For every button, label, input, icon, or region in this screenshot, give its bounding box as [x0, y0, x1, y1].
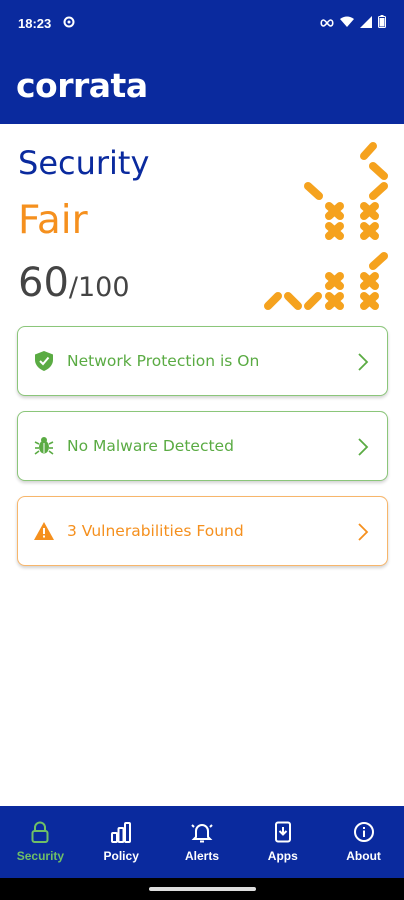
nav-alerts[interactable]: Alerts — [162, 806, 243, 878]
security-status: Fair — [18, 198, 88, 243]
info-icon — [353, 822, 374, 842]
nav-apps[interactable]: Apps — [242, 806, 323, 878]
gesture-bar — [0, 878, 404, 900]
network-protection-card[interactable]: Network Protection is On — [17, 326, 388, 396]
wifi-icon — [340, 16, 354, 31]
signal-icon — [360, 15, 372, 31]
nav-label: Apps — [267, 849, 298, 863]
app-download-icon — [274, 821, 291, 843]
shield-check-icon — [34, 351, 54, 371]
malware-card[interactable]: No Malware Detected — [17, 411, 388, 481]
lock-icon — [31, 821, 49, 843]
logo-text: corrata — [16, 65, 148, 105]
home-indicator[interactable] — [149, 887, 256, 891]
battery-icon — [378, 15, 386, 31]
bar-chart-icon — [111, 822, 132, 843]
security-summary: Security Fair 60/100 — [0, 124, 404, 324]
chevron-right-icon — [358, 353, 369, 371]
status-time: 18:23 — [18, 15, 52, 31]
nav-about[interactable]: About — [323, 806, 404, 878]
nav-security[interactable]: Security — [0, 806, 81, 878]
chevron-right-icon — [358, 523, 369, 541]
status-cards: Network Protection is On No Malware Dete… — [17, 326, 388, 581]
decorative-pattern-icon — [264, 142, 388, 310]
warning-icon — [34, 521, 54, 541]
score-value: 60 — [18, 260, 69, 306]
infinity-icon — [320, 16, 334, 31]
security-score: 60/100 — [18, 260, 130, 306]
bell-icon — [191, 824, 213, 843]
nav-policy[interactable]: Policy — [81, 806, 162, 878]
app-header: corrata — [0, 46, 404, 124]
corrata-logo: corrata — [16, 66, 148, 105]
nav-label: Security — [16, 849, 65, 863]
bottom-navigation: Security Policy Alerts Apps About — [0, 806, 404, 878]
card-label: 3 Vulnerabilities Found — [67, 522, 244, 540]
settings-dot-icon — [63, 16, 75, 31]
nav-label: Policy — [103, 849, 139, 863]
bug-icon — [34, 436, 54, 456]
nav-label: About — [346, 849, 381, 863]
card-label: Network Protection is On — [67, 352, 260, 370]
status-bar: 18:23 — [0, 0, 404, 46]
chevron-right-icon — [358, 438, 369, 456]
card-label: No Malware Detected — [67, 437, 234, 455]
score-max: /100 — [68, 272, 130, 303]
nav-label: Alerts — [184, 849, 219, 863]
vulnerabilities-card[interactable]: 3 Vulnerabilities Found — [17, 496, 388, 566]
page-title: Security — [18, 144, 150, 182]
